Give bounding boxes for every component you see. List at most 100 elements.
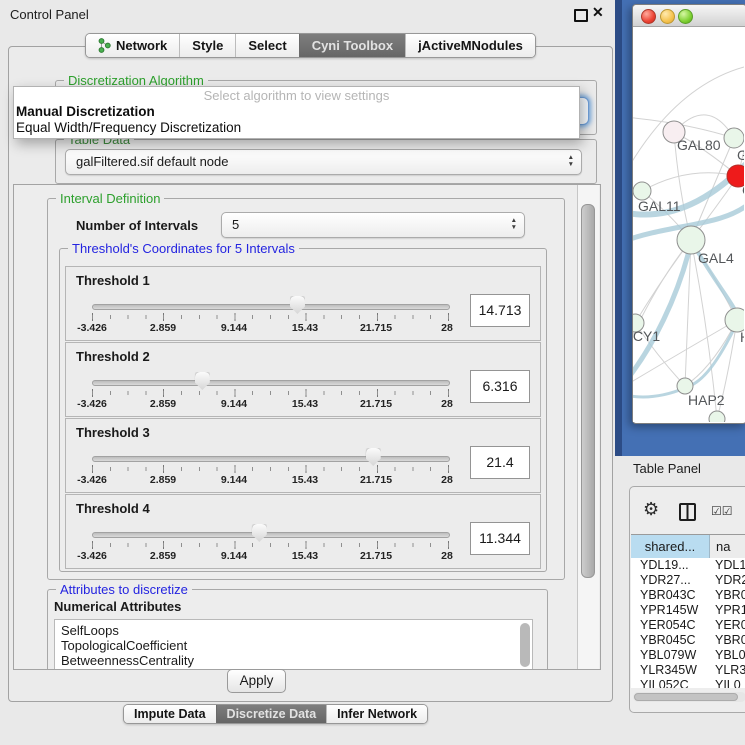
table-panel: ⚙ ☑☑ shared... na YDL19...YDL1 YDR27...Y… [629,486,745,713]
threshold-3-panel: Threshold 3 -3.426 2.859 9.144 15.43 21.… [65,418,541,493]
node-bottom[interactable] [709,411,725,422]
cell[interactable]: YIL052C [631,678,709,688]
tab-style-label: Style [192,38,223,53]
threshold-4-value[interactable]: 11.344 [470,522,530,555]
scrollbar-thumb[interactable] [581,204,595,578]
cyni-mode-tabs: Impute Data Discretize Data Infer Networ… [123,704,428,724]
slider-track[interactable] [92,380,450,386]
table-row[interactable]: YBR045CYBR0 [631,633,745,648]
tick-label: 28 [417,550,477,562]
columns-icon[interactable] [679,503,696,521]
popup-item-equal-width[interactable]: Equal Width/Frequency Discretization [14,120,579,136]
table-row[interactable]: YPR145WYPR1 [631,603,745,618]
cell[interactable]: YBR0 [709,588,745,603]
tick-label: 21.715 [346,550,406,562]
horizontal-scrollbar[interactable] [633,692,745,702]
tab-infer-network[interactable]: Infer Network [326,705,427,723]
table-data-combo[interactable]: galFiltered.sif default node ▲ ▼ [65,149,582,175]
cell[interactable]: YDL1 [709,558,745,573]
table-row[interactable]: YDR27...YDR2 [631,573,745,588]
down-arrow-icon: ▼ [568,161,574,168]
table-row[interactable]: YIL052CYIL0 [631,678,745,688]
tick-label: 15.43 [275,550,335,562]
table-header-row: shared... na [631,534,745,559]
table-row[interactable]: YDL19...YDL1 [631,558,745,573]
cell[interactable]: YLR345W [631,663,709,678]
settings-scroll-area: Interval Definition Number of Intervals … [13,184,601,670]
column-header-name[interactable]: na [710,535,745,558]
slider-thumb[interactable] [366,448,381,466]
cell[interactable]: YBR043C [631,588,709,603]
node-label-hap2: HAP2 [688,392,725,408]
threshold-4-panel: Threshold 4 -3.426 2.859 9.144 15.43 21.… [65,494,541,569]
float-panel-icon[interactable] [574,9,588,22]
tab-network[interactable]: Network [86,34,179,57]
cell[interactable]: YDR27... [631,573,709,588]
threshold-3-value[interactable]: 21.4 [470,446,530,479]
cell[interactable]: YIL0 [709,678,741,688]
node-green-top-right[interactable] [724,128,744,148]
list-item-betweennesscentrality[interactable]: BetweennessCentrality [55,653,532,668]
list-item-topologicalcoefficient[interactable]: TopologicalCoefficient [55,638,532,653]
table-row[interactable]: YLR345WYLR3 [631,663,745,678]
cell[interactable]: YER054C [631,618,709,633]
cell[interactable]: YPR1 [709,603,745,618]
num-intervals-label: Number of Intervals [76,218,198,233]
cell[interactable]: YDR2 [709,573,745,588]
cell[interactable]: YBL0 [709,648,745,663]
network-window-titlebar[interactable] [633,5,745,27]
tab-cyni-toolbox[interactable]: Cyni Toolbox [299,34,405,57]
panel-title: Control Panel [10,7,89,22]
slider-thumb[interactable] [195,372,210,390]
cell[interactable]: YBL079W [631,648,709,663]
threshold-3-label: Threshold 3 [76,425,150,440]
popup-item-manual-discretization[interactable]: Manual Discretization [14,104,579,120]
column-header-shared-name[interactable]: shared... [631,535,710,558]
tick-label: 9.144 [204,398,264,410]
cell[interactable]: YDL19... [631,558,709,573]
slider-track[interactable] [92,532,450,538]
combo-stepper-icon[interactable]: ▲ ▼ [568,154,574,168]
tab-impute-data[interactable]: Impute Data [124,705,216,723]
threshold-2-value[interactable]: 6.316 [470,370,530,403]
threshold-1-panel: Threshold 1 -3.426 2.859 9.144 15.43 21.… [65,266,541,341]
slider-thumb[interactable] [290,296,305,314]
list-scrollbar[interactable] [520,623,530,667]
cell[interactable]: YBR045C [631,633,709,648]
cell[interactable]: YLR3 [709,663,745,678]
tab-jactivemnodules[interactable]: jActiveMNodules [405,34,535,57]
num-intervals-combo[interactable]: 5 ▲ ▼ [221,212,525,238]
tab-discretize-data[interactable]: Discretize Data [216,705,327,723]
gear-icon[interactable]: ⚙ [643,499,659,520]
close-window-button[interactable] [641,9,656,24]
slider-thumb[interactable] [252,524,267,542]
minimize-window-button[interactable] [660,9,675,24]
list-item-selfloops[interactable]: SelfLoops [55,620,532,638]
tab-style[interactable]: Style [179,34,235,57]
slider-track[interactable] [92,456,450,462]
table-row[interactable]: YBR043CYBR0 [631,588,745,603]
network-canvas[interactable]: GAL80 GA C GAL11 GAL4 GCY1 H HAP2 [633,27,744,422]
popup-hint: Select algorithm to view settings [14,87,579,104]
table-row[interactable]: YBL079WYBL0 [631,648,745,663]
table-row[interactable]: YER054CYER0 [631,618,745,633]
zoom-window-button[interactable] [678,9,693,24]
tab-select[interactable]: Select [235,34,298,57]
tick-label: -3.426 [62,550,122,562]
apply-button[interactable]: Apply [227,669,286,693]
close-panel-icon[interactable]: ✕ [592,4,604,21]
horizontal-scrollbar-thumb[interactable] [634,693,738,701]
tab-impute-data-label: Impute Data [134,707,206,721]
table-data-group: Table Data galFiltered.sif default node … [55,139,597,184]
combo-stepper-icon[interactable]: ▲ ▼ [511,217,517,231]
tick-label: 15.43 [275,322,335,334]
select-columns-icon[interactable]: ☑☑ [711,504,733,518]
tick-label: 2.859 [133,550,193,562]
cell[interactable]: YER0 [709,618,745,633]
tick-label: 9.144 [204,550,264,562]
cell[interactable]: YBR0 [709,633,745,648]
slider-track[interactable] [92,304,450,310]
cell[interactable]: YPR145W [631,603,709,618]
threshold-1-value[interactable]: 14.713 [470,294,530,327]
tick-label: 15.43 [275,474,335,486]
